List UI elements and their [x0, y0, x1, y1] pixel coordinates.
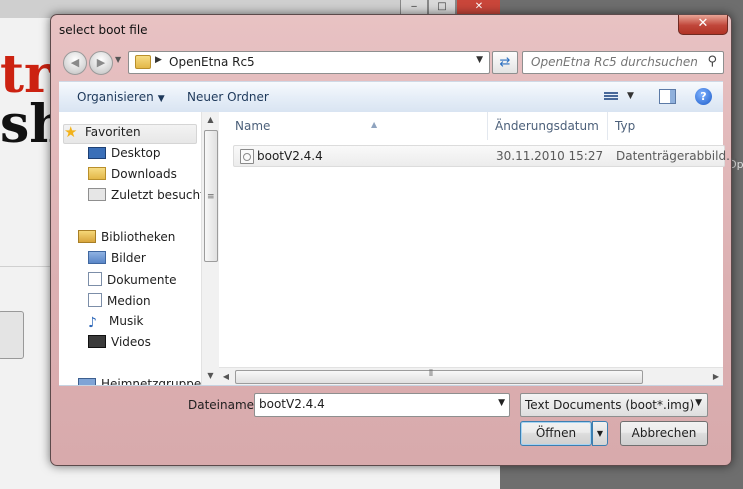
video-film-icon — [88, 335, 106, 348]
background-button[interactable] — [0, 311, 24, 359]
command-toolbar: Organisieren ▼ Neuer Ordner ▼ ? — [59, 81, 723, 113]
organize-button[interactable]: Organisieren ▼ — [77, 90, 165, 104]
nav-item-bilder[interactable]: Bilder — [88, 251, 146, 269]
address-dropdown-icon[interactable]: ▼ — [476, 55, 483, 65]
nav-item-dokumente[interactable]: Dokumente — [88, 272, 177, 290]
column-header-type[interactable]: Typ — [615, 112, 723, 140]
file-list-horizontal-scrollbar[interactable]: ◀ ⦀ ▶ — [219, 367, 723, 385]
disc-image-file-icon — [240, 149, 254, 164]
open-button[interactable]: Öffnen — [520, 421, 592, 446]
filename-label: Dateiname: — [188, 398, 259, 412]
open-options-dropdown-icon[interactable]: ▼ — [592, 421, 608, 446]
refresh-arrows-icon: ⇄ — [499, 55, 511, 70]
nav-item-bibliotheken[interactable]: Bibliotheken — [78, 230, 175, 248]
nav-item-heimnetzgruppe[interactable]: Heimnetzgruppe — [78, 377, 201, 385]
file-row[interactable]: bootV2.4.4 30.11.2010 15:27 Datenträgera… — [233, 145, 738, 167]
file-date: 30.11.2010 15:27 — [496, 149, 604, 163]
nav-item-desktop[interactable]: Desktop — [88, 146, 161, 164]
forward-button[interactable]: ▶ — [89, 51, 113, 75]
dialog-close-button[interactable]: ✕ — [678, 15, 728, 35]
desktop-icon — [88, 147, 106, 159]
scrollbar-grip-icon: ≡ — [207, 192, 215, 202]
filename-combobox[interactable]: ▼ — [254, 393, 510, 417]
file-name: bootV2.4.4 — [257, 149, 323, 163]
libraries-icon — [78, 230, 96, 243]
nav-item-recent[interactable]: Zuletzt besucht — [88, 188, 201, 206]
scroll-left-icon[interactable]: ◀ — [219, 368, 233, 385]
filename-dropdown-icon[interactable]: ▼ — [498, 398, 505, 408]
downloads-folder-icon — [88, 167, 106, 180]
filetype-dropdown-icon[interactable]: ▼ — [695, 398, 702, 408]
navigation-pane-scrollbar[interactable]: ▲ ≡ ▼ — [201, 112, 219, 385]
search-box[interactable]: ⚲ — [522, 51, 724, 74]
organize-label: Organisieren — [77, 90, 154, 104]
scroll-down-icon[interactable]: ▼ — [202, 368, 219, 384]
nav-item-favoriten[interactable]: ★ Favoriten — [63, 124, 197, 144]
scroll-up-icon[interactable]: ▲ — [202, 112, 219, 128]
horizontal-scrollbar-thumb[interactable] — [235, 370, 643, 384]
documents-icon — [88, 272, 102, 286]
nav-item-videos[interactable]: Videos — [88, 335, 151, 353]
back-arrow-icon: ◀ — [70, 56, 80, 69]
cancel-button[interactable]: Abbrechen — [620, 421, 708, 446]
column-header-date[interactable]: Änderungsdatum — [495, 112, 608, 140]
back-button[interactable]: ◀ — [63, 51, 87, 75]
filetype-value: Text Documents (boot*.img) — [525, 398, 695, 412]
homegroup-icon — [78, 378, 96, 385]
recent-places-icon — [88, 188, 106, 201]
pictures-icon — [88, 251, 106, 264]
search-icon[interactable]: ⚲ — [707, 54, 717, 69]
breadcrumb-current-folder[interactable]: OpenEtna Rc5 — [169, 55, 255, 69]
file-type: Datenträgerabbild... — [616, 149, 738, 163]
open-file-dialog: select boot file ✕ ◀ ▶ ▼ ▶ OpenEtna Rc5 … — [50, 14, 738, 466]
help-icon[interactable]: ? — [695, 88, 712, 105]
folder-icon — [135, 55, 151, 69]
nav-item-medion[interactable]: Medion — [88, 293, 151, 311]
documents-icon — [88, 293, 102, 307]
breadcrumb-separator-icon[interactable]: ▶ — [155, 55, 162, 65]
view-options-dropdown-icon[interactable]: ▼ — [627, 91, 634, 101]
column-header-name[interactable]: Name ▲ — [235, 112, 488, 140]
browser-body: ★ Favoriten Desktop Downloads Zuletzt bes… — [59, 112, 738, 386]
search-input[interactable] — [523, 52, 701, 71]
preview-pane-icon[interactable] — [659, 89, 676, 104]
forward-arrow-icon: ▶ — [96, 56, 106, 69]
dialog-title: select boot file — [59, 23, 148, 37]
view-options-icon[interactable] — [604, 91, 618, 103]
horizontal-grip-icon: ⦀ — [429, 369, 433, 379]
chevron-down-icon: ▼ — [157, 94, 165, 104]
nav-item-downloads[interactable]: Downloads — [88, 167, 177, 185]
filetype-select[interactable]: Text Documents (boot*.img) ▼ — [520, 393, 708, 417]
star-icon: ★ — [64, 123, 78, 141]
nav-item-musik[interactable]: ♪ Musik — [88, 314, 144, 332]
recent-locations-dropdown[interactable]: ▼ — [115, 55, 121, 64]
filename-input[interactable] — [255, 394, 479, 414]
scroll-right-icon[interactable]: ▶ — [709, 368, 723, 385]
address-bar[interactable]: ▶ OpenEtna Rc5 ▼ — [128, 51, 490, 74]
sort-ascending-icon: ▲ — [371, 120, 378, 129]
refresh-button[interactable]: ⇄ — [492, 51, 518, 74]
new-folder-button[interactable]: Neuer Ordner — [187, 90, 269, 104]
navigation-pane[interactable]: ★ Favoriten Desktop Downloads Zuletzt bes… — [59, 112, 201, 385]
background-window-buttons: ‒ □ ✕ — [400, 0, 502, 16]
music-note-icon: ♪ — [88, 315, 97, 331]
file-list[interactable]: Name ▲ Änderungsdatum Typ bootV2.4.4 30.… — [219, 112, 738, 385]
